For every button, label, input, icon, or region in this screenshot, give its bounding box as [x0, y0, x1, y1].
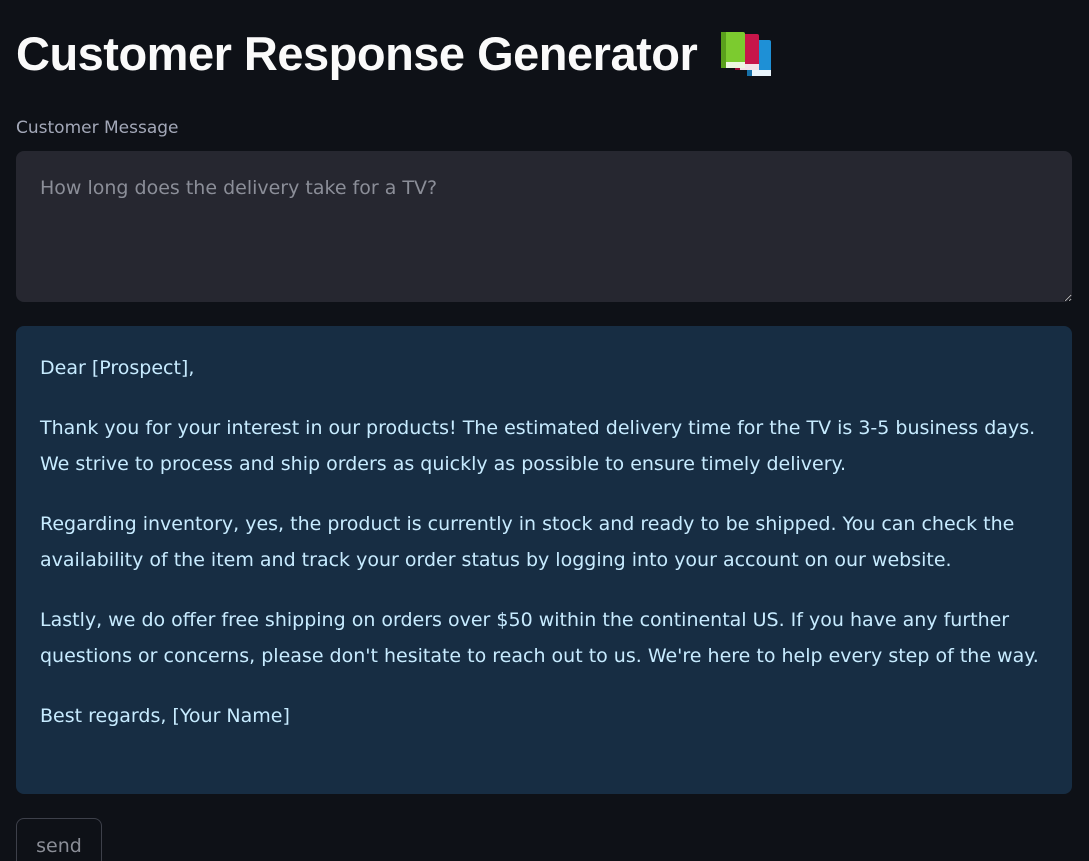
generated-response: Dear [Prospect], Thank you for your inte…: [16, 326, 1072, 794]
page-title: Customer Response Generator: [16, 27, 698, 80]
app-root: Customer Response Generator Customer Mes…: [0, 0, 1089, 861]
customer-message-label: Customer Message: [16, 118, 179, 138]
response-closing: Best regards, [Your Name]: [40, 705, 290, 727]
response-paragraph: Thank you for your interest in our produ…: [40, 417, 1036, 475]
books-icon: [721, 32, 772, 76]
send-button[interactable]: send: [16, 818, 102, 861]
customer-message-input[interactable]: [16, 151, 1072, 302]
response-paragraph: Lastly, we do offer free shipping on ord…: [40, 609, 1039, 667]
response-paragraph: Regarding inventory, yes, the product is…: [40, 513, 1015, 571]
response-greeting: Dear [Prospect],: [40, 357, 195, 379]
title-row: Customer Response Generator: [16, 22, 777, 86]
